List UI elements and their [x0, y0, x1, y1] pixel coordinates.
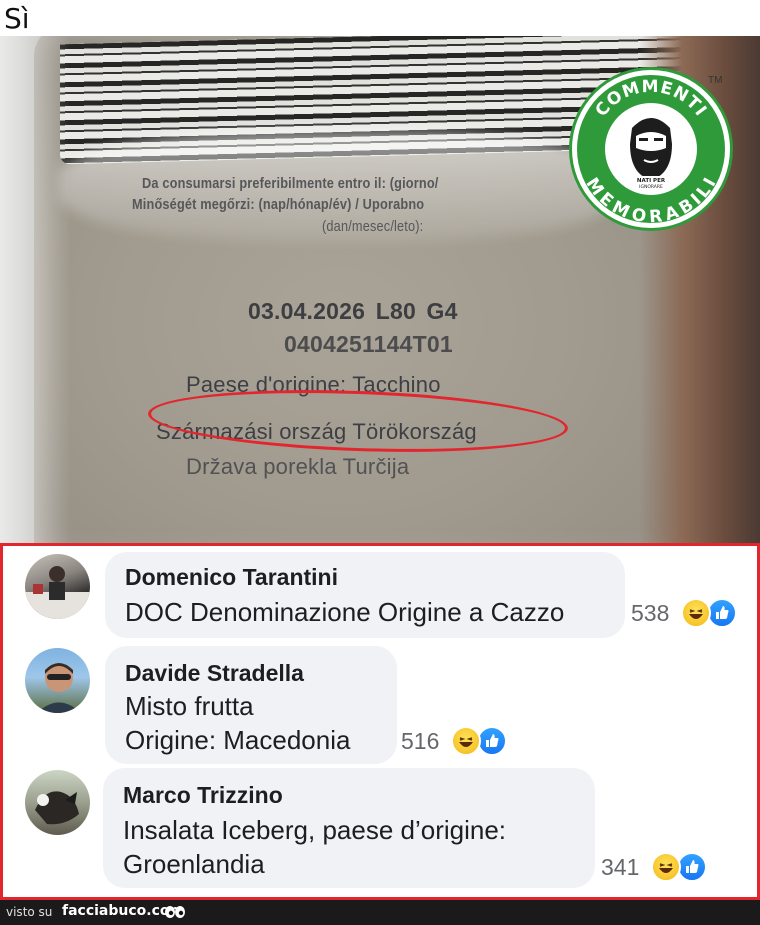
comment-author[interactable]: Davide Stradella	[125, 660, 304, 687]
footer-prefix: visto su	[6, 905, 53, 919]
reaction-count: 516	[401, 728, 440, 754]
comment-author[interactable]: Marco Trizzino	[123, 782, 283, 809]
logo-badge-line-1: NATI PER	[637, 178, 666, 184]
avatar[interactable]	[25, 554, 90, 619]
like-icon	[707, 598, 737, 628]
eyes-icon	[164, 903, 186, 925]
comment-text: Origine: Macedonia	[125, 725, 351, 755]
lot-code: 0404251144T01	[284, 331, 453, 357]
origin-slovenian: Država porekla Turčija	[186, 454, 410, 479]
comment-text: Groenlandia	[123, 849, 265, 879]
post-caption: Sì	[4, 2, 30, 35]
trademark-mark: TM	[708, 75, 723, 86]
avatar[interactable]	[25, 648, 90, 713]
label-line-1: Da consumarsi preferibilmente entro il: …	[142, 175, 439, 192]
comment-text: DOC Denominazione Origine a Cazzo	[125, 597, 565, 627]
commenti-memorabili-logo: COMMENTI MEMORABILI NATI PER IGNORARE	[569, 67, 733, 231]
logo-badge-line-2: IGNORARE	[639, 184, 663, 190]
haha-icon	[651, 852, 681, 882]
footer-bar: visto su facciabuco.com	[0, 900, 760, 925]
comment-author[interactable]: Domenico Tarantini	[125, 564, 338, 591]
reaction-summary[interactable]: 516	[401, 726, 511, 758]
avatar[interactable]	[25, 770, 90, 835]
reaction-count: 341	[601, 854, 640, 880]
comment-text: Insalata Iceberg, paese d’origine:	[123, 815, 507, 845]
label-line-2: Minőségét megőrzi: (nap/hónap/év) / Upor…	[132, 196, 425, 213]
like-icon	[477, 726, 507, 756]
comment-text: Misto frutta	[125, 691, 254, 721]
haha-icon	[451, 726, 481, 756]
label-line-3: (dan/mesec/leto):	[322, 218, 424, 235]
expiry-date: 03.04.2026 L80 G4	[248, 298, 458, 324]
reaction-count: 538	[631, 600, 670, 626]
comments-panel: Domenico Tarantini DOC Denominazione Ori…	[0, 543, 760, 900]
reaction-summary[interactable]: 538	[631, 598, 741, 630]
like-icon	[677, 852, 707, 882]
reaction-summary[interactable]: 341	[601, 852, 711, 884]
haha-icon	[681, 598, 711, 628]
